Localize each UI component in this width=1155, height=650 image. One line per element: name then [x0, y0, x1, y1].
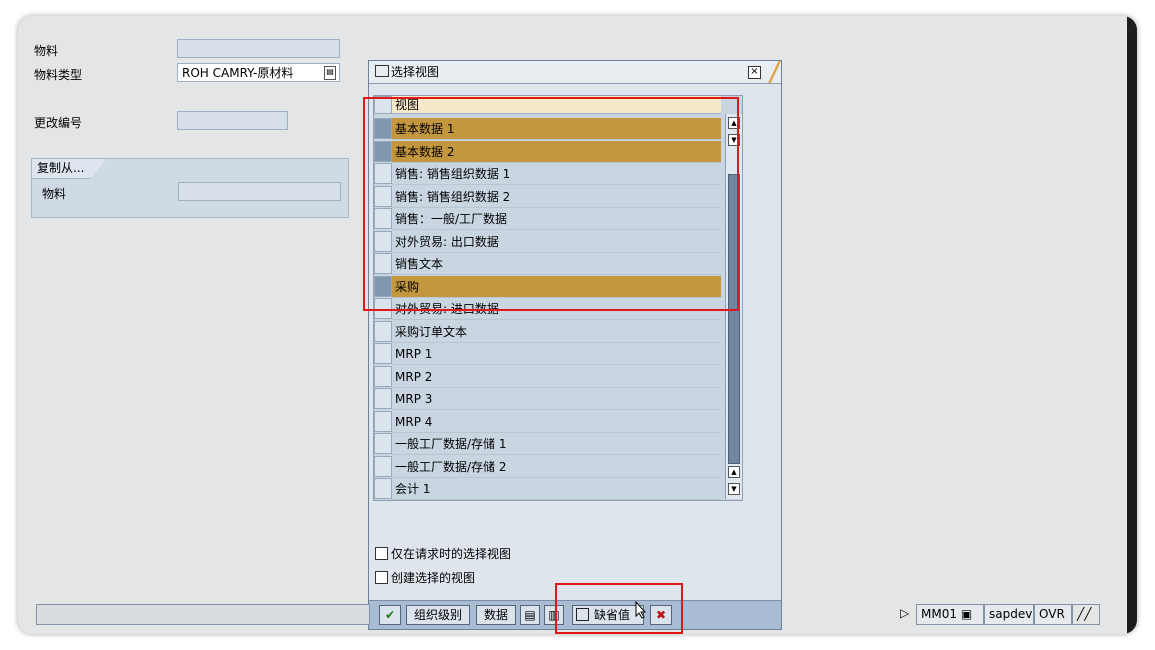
view-row[interactable]: 销售文本	[392, 253, 721, 275]
row-selector[interactable]	[374, 320, 392, 342]
only-on-request-checkbox[interactable]: 仅在请求时的选择视图	[375, 545, 511, 562]
copy-from-title: 复制从...	[32, 159, 107, 179]
view-row[interactable]: 一般工厂数据/存储 1	[392, 433, 721, 455]
view-row[interactable]: MRP 1	[392, 343, 721, 365]
view-row[interactable]: 对外贸易: 出口数据	[392, 231, 721, 253]
row-selector[interactable]	[374, 365, 392, 387]
status-message-field	[36, 604, 370, 625]
status-bar: ▷ MM01 ▣ sapdev OVR ╱╱	[36, 604, 1116, 626]
table-scrollbar[interactable]: ▲ ▼ ▲ ▼	[725, 114, 742, 499]
select-all-cell[interactable]	[374, 96, 392, 114]
transaction-menu-icon[interactable]: ▣	[961, 607, 972, 621]
scroll-up-icon[interactable]: ▲	[728, 466, 740, 478]
scroll-thumb[interactable]	[728, 174, 740, 464]
mouse-cursor-icon	[635, 601, 647, 619]
views-table: 视图 基本数据 1 基本数据 2 销售: 销售组织数据 1 销售: 销售组织数据 2销…	[373, 95, 743, 501]
value-help-icon[interactable]: ▤	[324, 66, 336, 80]
row-selector[interactable]	[374, 275, 392, 297]
scroll-top-icon[interactable]: ▲	[728, 117, 740, 129]
view-row[interactable]: 销售: 销售组织数据 2	[392, 186, 721, 208]
create-selected-checkbox[interactable]: 创建选择的视图	[375, 569, 475, 586]
dialog-titlebar: 选择视图 ×	[369, 61, 781, 84]
select-views-dialog: 选择视图 × 视图 基本数据 1 基本数据 2 销售: 销售组织数据 1 销售: 销售…	[368, 60, 782, 630]
material-type-input[interactable]: ROH CAMRY-原材料 ▤	[177, 63, 340, 82]
row-selector[interactable]	[374, 185, 392, 207]
copy-from-group: 复制从... 物料	[31, 158, 349, 218]
column-header-view: 视图	[392, 96, 721, 114]
view-row[interactable]: MRP 4	[392, 411, 721, 433]
row-selector[interactable]	[374, 253, 392, 274]
row-selector[interactable]	[374, 230, 392, 252]
row-selector[interactable]	[374, 343, 392, 364]
view-row[interactable]: MRP 3	[392, 388, 721, 410]
view-row[interactable]: 采购	[392, 275, 721, 298]
copy-material-label: 物料	[42, 187, 67, 201]
dialog-title: 选择视图	[391, 65, 440, 79]
titlebar-decoration	[765, 61, 781, 83]
scroll-page-up-icon[interactable]: ▼	[728, 134, 740, 146]
view-row[interactable]: 一般工厂数据/存储 2	[392, 456, 721, 478]
resize-grip-icon[interactable]: ╱╱	[1072, 604, 1100, 625]
view-row[interactable]: 基本数据 1	[392, 118, 721, 140]
change-number-input[interactable]	[177, 111, 288, 130]
sap-window: 物料 物料类型 ROH CAMRY-原材料 ▤ 更改编号 复制从... 物料 选…	[18, 16, 1137, 634]
row-selector[interactable]	[374, 478, 392, 499]
system-name: sapdev	[984, 604, 1034, 625]
checkbox-box[interactable]	[375, 571, 388, 584]
view-row[interactable]: 对外贸易: 进口数据	[392, 298, 721, 320]
scroll-down-icon[interactable]: ▼	[728, 483, 740, 495]
change-number-label: 更改编号	[34, 116, 83, 130]
view-row[interactable]: 会计 1	[392, 478, 721, 500]
view-row[interactable]: 采购订单文本	[392, 321, 721, 343]
row-selector[interactable]	[374, 298, 392, 319]
material-label: 物料	[34, 44, 59, 58]
dialog-window-icon	[375, 65, 389, 77]
window-edge	[1127, 16, 1137, 634]
row-selector[interactable]	[374, 410, 392, 432]
only-on-request-label: 仅在请求时的选择视图	[391, 547, 512, 561]
row-selector[interactable]	[374, 163, 392, 184]
material-input[interactable]	[177, 39, 340, 58]
close-icon[interactable]: ×	[748, 66, 761, 79]
view-row[interactable]: 基本数据 2	[392, 140, 721, 163]
view-row[interactable]: 销售：一般/工厂数据	[392, 208, 721, 230]
row-selector[interactable]	[374, 118, 392, 139]
input-mode[interactable]: OVR	[1034, 604, 1072, 625]
row-selector[interactable]	[374, 433, 392, 454]
row-selector[interactable]	[374, 140, 392, 162]
row-selector[interactable]	[374, 455, 392, 477]
row-selector[interactable]	[374, 388, 392, 409]
material-type-label: 物料类型	[34, 68, 83, 82]
transaction-code: MM01 ▣	[916, 604, 984, 625]
material-type-value: ROH CAMRY-原材料	[182, 66, 294, 80]
copy-material-input[interactable]	[178, 182, 341, 201]
view-row[interactable]: MRP 2	[392, 366, 721, 388]
checkbox-box[interactable]	[375, 547, 388, 560]
status-expand-icon[interactable]: ▷	[896, 604, 914, 625]
create-selected-label: 创建选择的视图	[391, 571, 476, 585]
view-row[interactable]: 销售: 销售组织数据 1	[392, 163, 721, 185]
transaction-text: MM01	[921, 607, 957, 621]
row-selector[interactable]	[374, 208, 392, 229]
